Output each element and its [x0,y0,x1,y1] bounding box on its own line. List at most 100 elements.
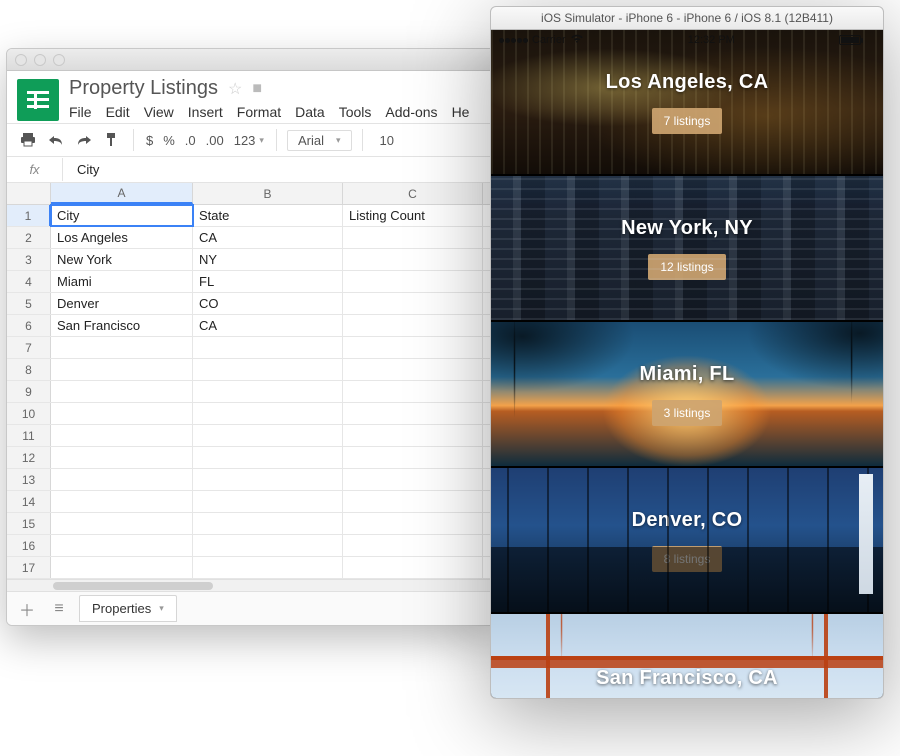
print-icon[interactable] [17,129,39,151]
cell[interactable] [343,359,483,380]
mac-window-titlebar[interactable] [7,49,495,71]
row-number[interactable]: 13 [7,469,51,490]
menu-help[interactable]: He [452,104,470,120]
row-number[interactable]: 5 [7,293,51,314]
menu-format[interactable]: Format [237,104,281,120]
cell[interactable] [51,403,193,424]
cell[interactable]: City [51,205,193,226]
fx-label[interactable]: fx [7,158,63,181]
cell[interactable] [193,535,343,556]
row-number[interactable]: 15 [7,513,51,534]
font-family-select[interactable]: Arial ▾ [287,130,352,151]
cell[interactable] [343,227,483,248]
cell[interactable] [193,447,343,468]
cell[interactable] [343,557,483,578]
cell[interactable] [193,337,343,358]
cell[interactable] [193,513,343,534]
cell[interactable] [343,513,483,534]
menu-data[interactable]: Data [295,104,325,120]
all-sheets-menu-icon[interactable]: ≡ [47,600,71,618]
cell[interactable] [343,271,483,292]
add-sheet-button[interactable]: ＋ [15,597,39,621]
traffic-minimize-icon[interactable] [34,54,46,66]
select-all-corner[interactable] [7,183,51,204]
cell[interactable] [193,403,343,424]
listing-card[interactable]: Denver, CO8 listings [491,468,883,612]
row-number[interactable]: 17 [7,557,51,578]
increase-decimal-button[interactable]: .00 [204,133,226,148]
format-currency-button[interactable]: $ [144,133,155,148]
row-number[interactable]: 9 [7,381,51,402]
row-number[interactable]: 8 [7,359,51,380]
cell[interactable] [343,491,483,512]
cell[interactable] [51,447,193,468]
folder-icon[interactable]: ■ [252,80,262,98]
paint-format-icon[interactable] [101,129,123,151]
cell[interactable] [343,447,483,468]
menu-view[interactable]: View [144,104,174,120]
cell[interactable]: Los Angeles [51,227,193,248]
scrollbar-thumb[interactable] [53,582,213,590]
column-header-a[interactable]: A [51,183,193,204]
menu-tools[interactable]: Tools [339,104,372,120]
cell[interactable]: Miami [51,271,193,292]
cell[interactable] [343,293,483,314]
cell[interactable] [343,469,483,490]
row-number[interactable]: 4 [7,271,51,292]
menu-edit[interactable]: Edit [106,104,130,120]
cell[interactable] [193,557,343,578]
undo-icon[interactable] [45,129,67,151]
cell[interactable]: NY [193,249,343,270]
cell[interactable] [343,535,483,556]
cell[interactable] [51,535,193,556]
cell[interactable] [193,359,343,380]
cell[interactable] [343,425,483,446]
row-number[interactable]: 10 [7,403,51,424]
doc-title[interactable]: Property Listings [69,77,218,100]
listing-card[interactable]: Los Angeles, CA7 listings [491,30,883,174]
listing-card[interactable]: Miami, FL3 listings [491,322,883,466]
row-number[interactable]: 6 [7,315,51,336]
formula-input[interactable]: City [63,162,99,177]
cell[interactable]: CA [193,315,343,336]
cell[interactable] [51,381,193,402]
menu-file[interactable]: File [69,104,92,120]
horizontal-scrollbar[interactable] [7,579,495,591]
cell[interactable] [193,491,343,512]
cell[interactable]: Listing Count [343,205,483,226]
row-number[interactable]: 1 [7,205,51,226]
cell[interactable]: CA [193,227,343,248]
listing-card[interactable]: San Francisco, CA [491,614,883,698]
row-number[interactable]: 11 [7,425,51,446]
format-percent-button[interactable]: % [161,133,177,148]
decrease-decimal-button[interactable]: .0 [183,133,198,148]
menu-addons[interactable]: Add-ons [385,104,437,120]
cell[interactable] [343,315,483,336]
font-size-select[interactable]: 10 [373,130,401,151]
traffic-zoom-icon[interactable] [53,54,65,66]
cell[interactable] [51,337,193,358]
row-number[interactable]: 3 [7,249,51,270]
cell[interactable]: New York [51,249,193,270]
redo-icon[interactable] [73,129,95,151]
cell[interactable]: FL [193,271,343,292]
cell[interactable]: CO [193,293,343,314]
row-number[interactable]: 7 [7,337,51,358]
row-number[interactable]: 16 [7,535,51,556]
traffic-close-icon[interactable] [15,54,27,66]
cell[interactable]: Denver [51,293,193,314]
spreadsheet-grid[interactable]: A B C 1CityStateListing Count2Los Angele… [7,183,495,579]
simulator-titlebar[interactable]: iOS Simulator - iPhone 6 - iPhone 6 / iO… [490,6,884,30]
cell[interactable] [51,557,193,578]
row-number[interactable]: 2 [7,227,51,248]
cell[interactable] [51,425,193,446]
cell[interactable] [343,381,483,402]
menu-insert[interactable]: Insert [188,104,223,120]
star-icon[interactable]: ☆ [228,79,242,99]
cell[interactable] [51,469,193,490]
cell[interactable] [51,491,193,512]
cell[interactable] [193,425,343,446]
column-header-b[interactable]: B [193,183,343,204]
cell[interactable] [343,337,483,358]
row-number[interactable]: 14 [7,491,51,512]
